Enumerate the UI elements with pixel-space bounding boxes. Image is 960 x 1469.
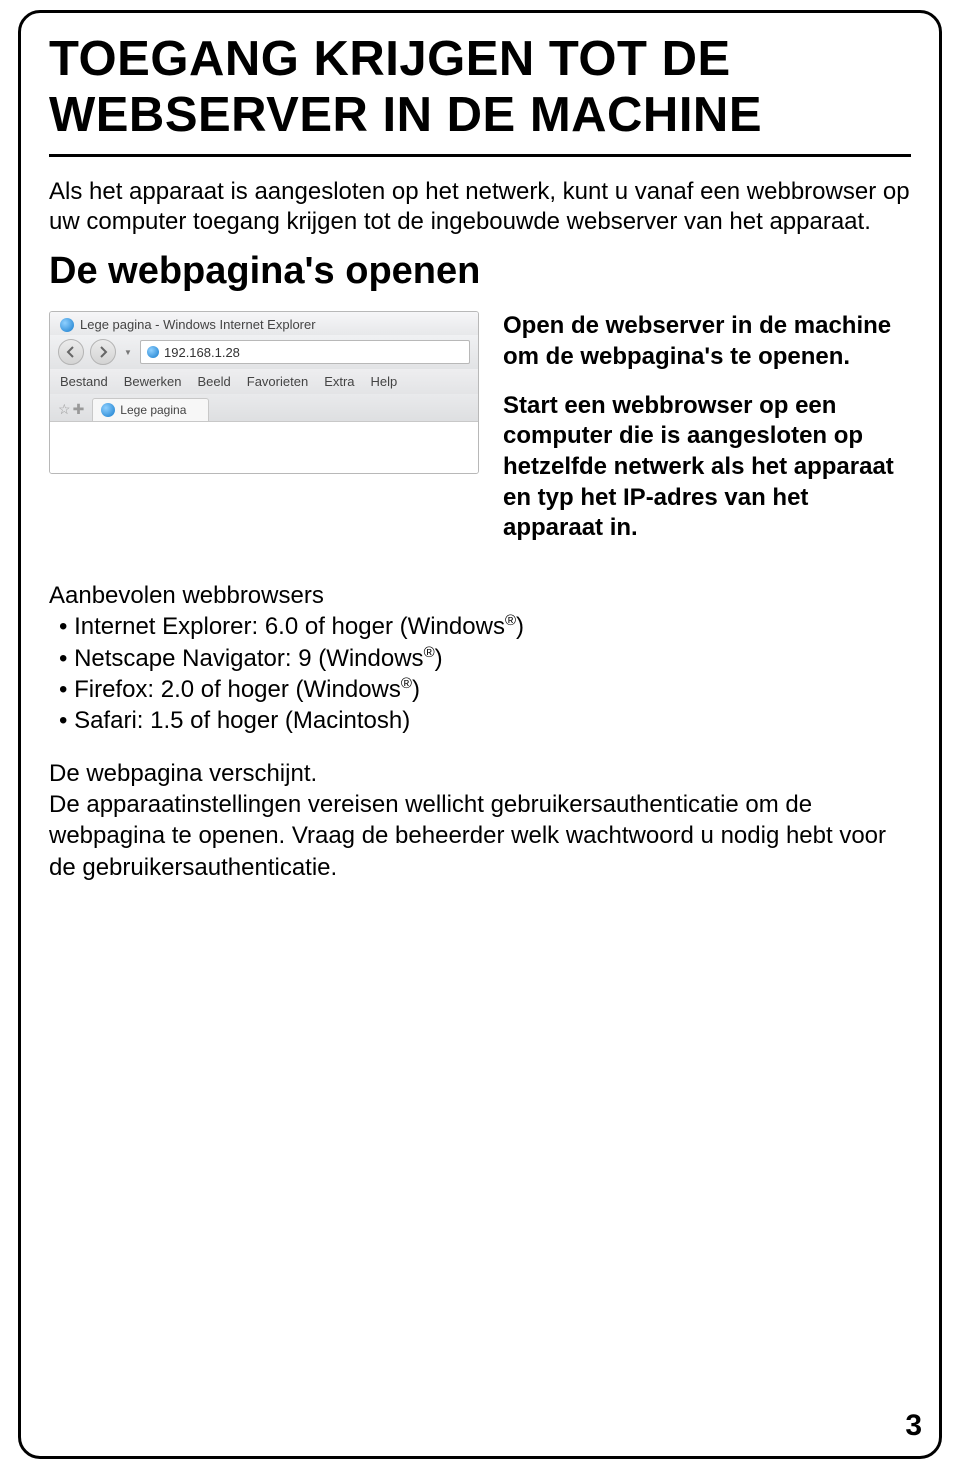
browser-tab[interactable]: Lege pagina bbox=[92, 398, 209, 421]
browsers-list: Internet Explorer: 6.0 of hoger (Windows… bbox=[59, 611, 911, 736]
tab-page-icon bbox=[101, 403, 115, 417]
menu-favorieten[interactable]: Favorieten bbox=[247, 374, 308, 389]
footer-line-2: De apparaatinstellingen vereisen wellich… bbox=[49, 789, 911, 883]
page-frame: TOEGANG KRIJGEN TOT DE WEBSERVER IN DE M… bbox=[18, 10, 942, 1459]
address-text: 192.168.1.28 bbox=[164, 345, 240, 360]
menu-beeld[interactable]: Beeld bbox=[198, 374, 231, 389]
browser-ff-suf: ) bbox=[412, 676, 420, 703]
browser-title-text: Lege pagina - Windows Internet Explorer bbox=[80, 317, 316, 332]
menu-help[interactable]: Help bbox=[371, 374, 398, 389]
section-heading: De webpagina's openen bbox=[49, 250, 911, 293]
list-item: Internet Explorer: 6.0 of hoger (Windows… bbox=[59, 611, 911, 642]
address-bar[interactable]: 192.168.1.28 bbox=[140, 340, 470, 364]
browser-content-area bbox=[50, 421, 478, 473]
favorites-icons[interactable]: ☆ ✚ bbox=[58, 401, 84, 418]
page-icon bbox=[147, 346, 159, 358]
browsers-lead: Aanbevolen webbrowsers bbox=[49, 580, 911, 611]
title-divider bbox=[49, 154, 911, 157]
list-item: Safari: 1.5 of hoger (Macintosh) bbox=[59, 705, 911, 736]
browser-ff-text: Firefox: 2.0 of hoger (Windows bbox=[74, 676, 401, 703]
menu-bestand[interactable]: Bestand bbox=[60, 374, 108, 389]
browser-nn-suf: ) bbox=[435, 645, 443, 672]
menu-bewerken[interactable]: Bewerken bbox=[124, 374, 182, 389]
browser-ie-text: Internet Explorer: 6.0 of hoger (Windows bbox=[74, 613, 505, 640]
star-icon: ☆ bbox=[58, 401, 71, 418]
arrow-right-icon bbox=[97, 346, 109, 358]
tab-label: Lege pagina bbox=[120, 403, 186, 417]
nav-dropdown-icon: ▼ bbox=[122, 344, 134, 360]
browser-menu-row: Bestand Bewerken Beeld Favorieten Extra … bbox=[50, 369, 478, 394]
browser-screenshot: Lege pagina - Windows Internet Explorer … bbox=[49, 311, 479, 474]
list-item: Firefox: 2.0 of hoger (Windows®) bbox=[59, 674, 911, 705]
browser-tab-row: ☆ ✚ Lege pagina bbox=[50, 394, 478, 421]
registered-icon: ® bbox=[424, 644, 435, 661]
browser-titlebar: Lege pagina - Windows Internet Explorer bbox=[50, 312, 478, 335]
ie-icon bbox=[60, 318, 74, 332]
page-number: 3 bbox=[905, 1409, 922, 1443]
browser-nn-text: Netscape Navigator: 9 (Windows bbox=[74, 645, 423, 672]
browser-nav-row: ▼ 192.168.1.28 bbox=[50, 335, 478, 369]
registered-icon: ® bbox=[505, 612, 516, 629]
instruction-start: Start een webbrowser op een computer die… bbox=[503, 391, 911, 545]
registered-icon: ® bbox=[401, 675, 412, 692]
instruction-open: Open de webserver in de machine om de we… bbox=[503, 311, 911, 372]
menu-extra[interactable]: Extra bbox=[324, 374, 354, 389]
forward-button[interactable] bbox=[90, 339, 116, 365]
back-button[interactable] bbox=[58, 339, 84, 365]
page-title: TOEGANG KRIJGEN TOT DE WEBSERVER IN DE M… bbox=[49, 31, 911, 144]
intro-paragraph: Als het apparaat is aangesloten op het n… bbox=[49, 177, 911, 238]
browser-ie-suf: ) bbox=[516, 613, 524, 640]
footer-line-1: De webpagina verschijnt. bbox=[49, 758, 911, 789]
arrow-left-icon bbox=[65, 346, 77, 358]
add-favorite-icon: ✚ bbox=[73, 401, 85, 418]
list-item: Netscape Navigator: 9 (Windows®) bbox=[59, 643, 911, 674]
